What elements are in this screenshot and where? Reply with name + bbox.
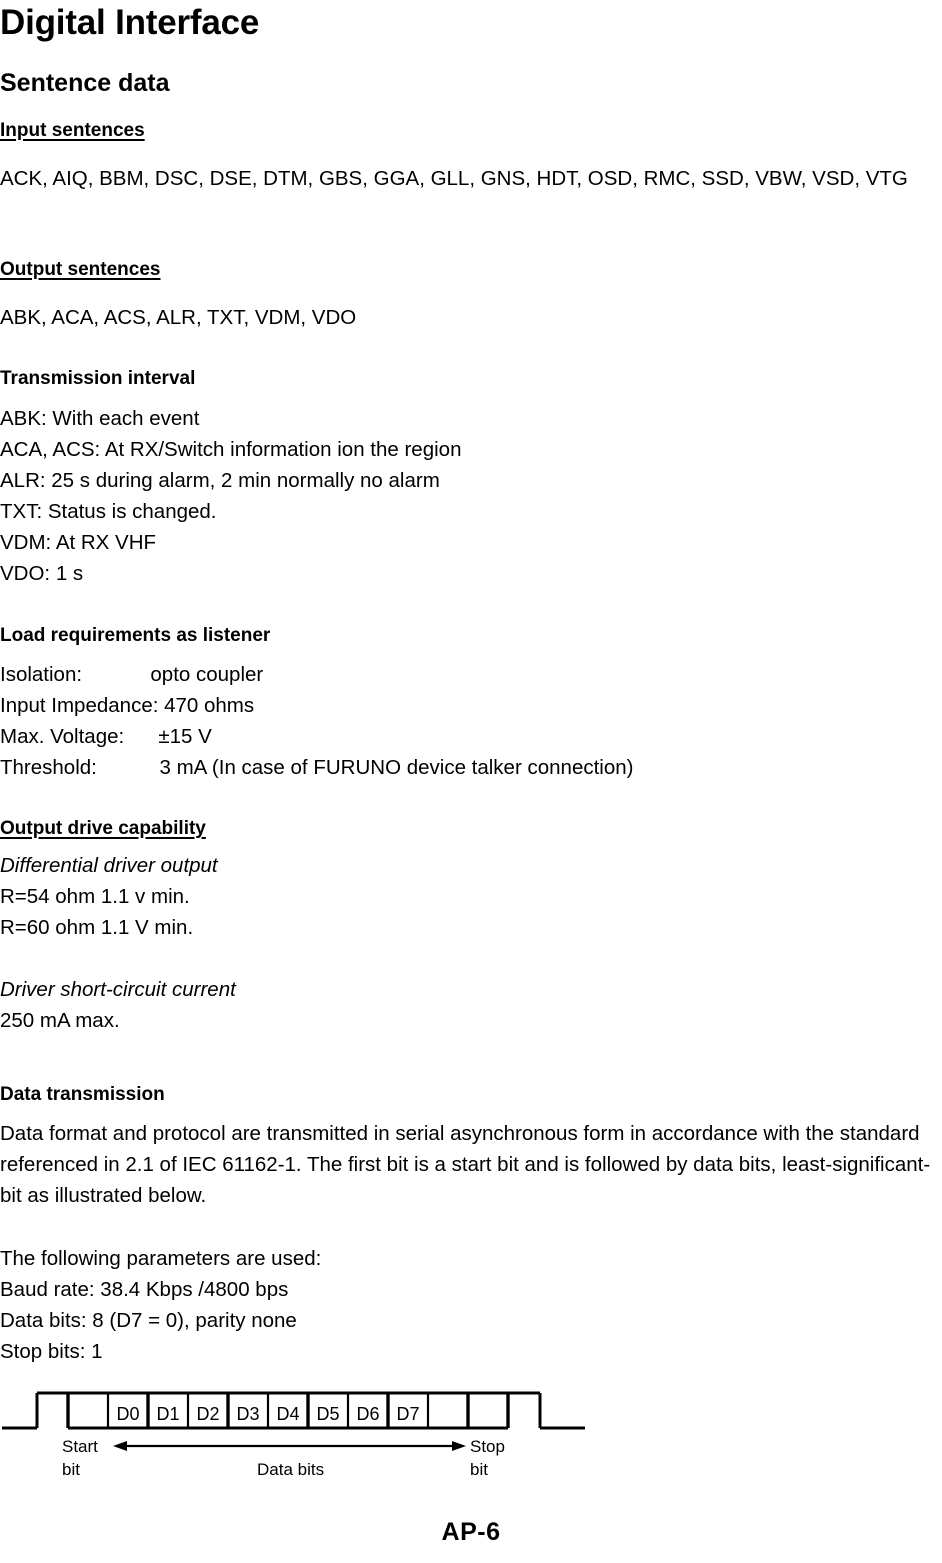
input-sentences-list: ACK, AIQ, BBM, DSC, DSE, DTM, GBS, GGA, …: [0, 167, 908, 190]
waveform-svg: D0 D1 D2 D3 D4 D5 D6 D7 Start bit Data bits Sto…: [2, 1391, 585, 1479]
page-title: Digital Interface: [0, 3, 260, 42]
differential-driver-output-values: R=54 ohm 1.1 v min. R=60 ohm 1.1 V min.: [0, 885, 194, 939]
transmission-interval-lines: ABK: With each event ACA, ACS: At RX/Swi…: [0, 407, 462, 585]
start-bit-label-line2: bit: [62, 1460, 80, 1479]
data-bits-label: Data bits: [257, 1460, 324, 1479]
subheading-load-requirements: Load requirements as listener: [0, 625, 271, 646]
section-heading-sentence-data: Sentence data: [0, 69, 170, 97]
subheading-output-drive-capability: Output drive capability: [0, 818, 206, 839]
driver-short-circuit-current-values: 250 mA max.: [0, 1009, 120, 1032]
parameters-list: Baud rate: 38.4 Kbps /4800 bps Data bits…: [0, 1278, 297, 1363]
bit-cell-label-d0: D0: [116, 1404, 139, 1424]
bit-cell-label-d1: D1: [156, 1404, 179, 1424]
bit-cell-label-d4: D4: [276, 1404, 299, 1424]
subheading-output-sentences: Output sentences: [0, 259, 161, 280]
output-sentences-list: ABK, ACA, ACS, ALR, TXT, VDM, VDO: [0, 306, 357, 329]
bit-cell-label-d2: D2: [196, 1404, 219, 1424]
subheading-transmission-interval: Transmission interval: [0, 368, 196, 389]
load-requirements-lines: Isolation: opto coupler Input Impedance:…: [0, 663, 634, 779]
differential-driver-output-label: Differential driver output: [0, 854, 218, 877]
driver-short-circuit-current-label: Driver short-circuit current: [0, 978, 236, 1001]
subheading-data-transmission: Data transmission: [0, 1084, 165, 1105]
bit-cell-label-d3: D3: [236, 1404, 259, 1424]
bit-cell-label-d5: D5: [316, 1404, 339, 1424]
bit-cell-group: D0 D1 D2 D3 D4 D5 D6 D7: [66, 1393, 510, 1428]
stop-bit-label-line2: bit: [470, 1460, 488, 1479]
bit-cell-label-d7: D7: [396, 1404, 419, 1424]
stop-bit-label-line1: Stop: [470, 1437, 505, 1456]
serial-frame-waveform-figure: D0 D1 D2 D3 D4 D5 D6 D7 Start bit Data bits Sto…: [0, 1380, 620, 1490]
bit-cell-label-d6: D6: [356, 1404, 379, 1424]
data-transmission-body: Data format and protocol are transmitted…: [0, 1122, 931, 1207]
parameters-intro: The following parameters are used:: [0, 1247, 322, 1270]
page-number-footer: AP-6: [441, 1518, 501, 1546]
document-page: Digital Interface Sentence data Input se…: [0, 0, 942, 1563]
start-bit-label-line1: Start: [62, 1437, 98, 1456]
data-bits-dimension-arrow: [113, 1441, 466, 1451]
subheading-input-sentences: Input sentences: [0, 120, 145, 141]
